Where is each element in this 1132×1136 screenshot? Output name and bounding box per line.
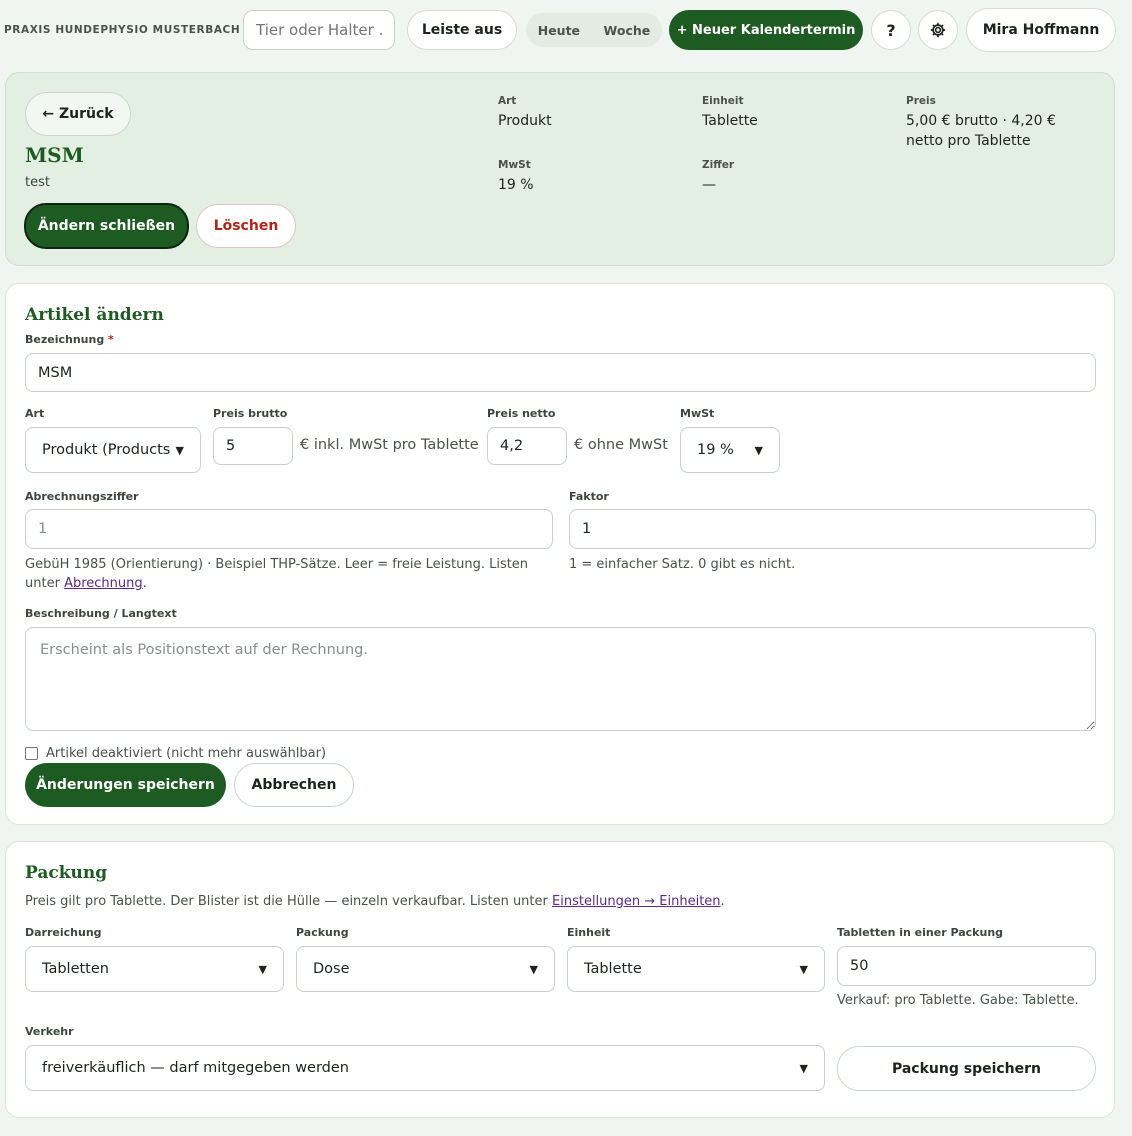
back-button[interactable]: ← Zurück [25,92,131,136]
chevron-down-icon: ▼ [529,962,538,976]
count-input[interactable] [837,946,1096,986]
darreichung-label: Darreichung [25,926,102,939]
packaging-card-title: Packung [25,863,108,883]
toggle-sidebar-button[interactable]: Leiste aus [407,10,517,50]
faktor-label: Faktor [569,490,609,503]
deactivated-checkbox-row[interactable]: Artikel deaktiviert (nicht mehr auswählb… [25,746,326,761]
top-bar: PRAXIS HUNDEPHYSIO MUSTERBACH Leiste aus… [0,0,1132,62]
packaging-card: Packung Preis gilt pro Tablette. Der Bli… [5,841,1115,1118]
meta-einheit-label: Einheit [702,95,744,107]
chevron-down-icon: ▼ [799,1061,808,1075]
meta-preis-label: Preis [906,95,936,107]
mwst-label: MwSt [680,407,715,420]
save-changes-button[interactable]: Änderungen speichern [25,763,226,807]
darreichung-select[interactable]: Tabletten ▼ [25,946,284,992]
search-input[interactable] [243,10,395,50]
name-input[interactable] [25,353,1096,392]
meta-art-value: Produkt [498,113,552,129]
brutto-input[interactable] [213,427,293,465]
description-textarea[interactable] [25,627,1096,731]
article-subtitle: test [25,175,50,190]
faktor-hint: 1 = einfacher Satz. 0 gibt es nicht. [569,557,796,572]
close-edit-button[interactable]: Ändern schließen [24,203,189,249]
meta-mwst-label: MwSt [498,159,531,171]
save-packaging-button[interactable]: Packung speichern [837,1046,1096,1091]
darreichung-select-value: Tabletten [42,961,109,977]
netto-label: Preis netto [487,407,556,420]
abrechnung-link[interactable]: Abrechnung [64,576,143,591]
meta-ziffer-label: Ziffer [702,159,735,171]
units-settings-link[interactable]: Einstellungen → Einheiten [552,894,721,909]
verkehr-label: Verkehr [25,1025,74,1038]
netto-input[interactable] [487,427,567,465]
chevron-down-icon: ▼ [754,443,763,457]
faktor-input[interactable] [569,509,1096,549]
meta-ziffer-value: — [702,177,716,193]
art-label: Art [25,407,45,420]
mwst-select[interactable]: 19 % ▼ [680,427,780,473]
ziffer-input[interactable] [25,509,553,549]
packung-select[interactable]: Dose ▼ [296,946,555,992]
chevron-down-icon: ▼ [799,962,808,976]
art-select-value: Produkt (Products [42,442,171,458]
new-calendar-event-button[interactable]: + Neuer Kalendertermin [669,10,863,50]
meta-art-label: Art [498,95,517,107]
einheit-label: Einheit [567,926,611,939]
chevron-down-icon: ▼ [258,962,267,976]
packung-select-value: Dose [313,961,350,977]
brutto-label: Preis brutto [213,407,288,420]
einheit-select[interactable]: Tablette ▼ [567,946,825,992]
packaging-intro: Preis gilt pro Tablette. Der Blister ist… [25,894,725,909]
user-menu-button[interactable]: Mira Hoffmann [966,8,1116,52]
art-select[interactable]: Produkt (Products ▼ [25,427,201,473]
seg-today[interactable]: Heute [532,23,586,38]
help-button[interactable]: ? [871,10,911,50]
packung-label: Packung [296,926,349,939]
brutto-unit: € inkl. MwSt pro Tablette [300,437,479,453]
chevron-down-icon: ▼ [175,443,184,457]
deactivated-checkbox[interactable] [25,747,38,760]
cancel-button[interactable]: Abbrechen [234,763,354,807]
edit-article-card: Artikel ändern Bezeichnung * Art Produkt… [5,283,1115,825]
name-label-text: Bezeichnung [25,333,105,346]
meta-mwst-value: 19 % [498,177,534,193]
meta-einheit-value: Tablette [702,113,758,129]
mwst-select-value: 19 % [697,442,734,458]
packaging-intro-text: Preis gilt pro Tablette. Der Blister ist… [25,894,548,909]
verkehr-select[interactable]: freiverkäuflich — darf mitgegeben werden… [25,1045,825,1091]
verkehr-select-value: freiverkäuflich — darf mitgegeben werden [42,1060,349,1076]
calendar-range-toggle: Heute Woche [526,13,662,47]
name-label: Bezeichnung * [25,333,114,346]
netto-unit: € ohne MwSt [574,437,668,453]
gear-icon [930,22,946,38]
count-hint: Verkauf: pro Tablette. Gabe: Tablette. [837,993,1079,1008]
edit-card-title: Artikel ändern [25,305,164,325]
einheit-select-value: Tablette [584,961,642,977]
article-title: MSM [25,143,84,167]
desc-label: Beschreibung / Langtext [25,607,177,620]
delete-button[interactable]: Löschen [196,204,296,248]
article-header-card: ← Zurück MSM test Ändern schließen Lösch… [5,72,1115,266]
ziffer-label: Abrechnungsziffer [25,490,139,503]
ziffer-hint: GebüH 1985 (Orientierung) · Beispiel THP… [25,557,529,591]
seg-week[interactable]: Woche [598,23,657,38]
deactivated-label: Artikel deaktiviert (nicht mehr auswählb… [46,746,327,761]
required-marker: * [108,333,114,346]
settings-button[interactable] [918,10,958,50]
count-label: Tabletten in einer Packung [837,926,1004,939]
meta-preis-value: 5,00 € brutto · 4,20 € netto pro Tablett… [906,113,1056,149]
practice-name: PRAXIS HUNDEPHYSIO MUSTERBACH [4,24,241,36]
